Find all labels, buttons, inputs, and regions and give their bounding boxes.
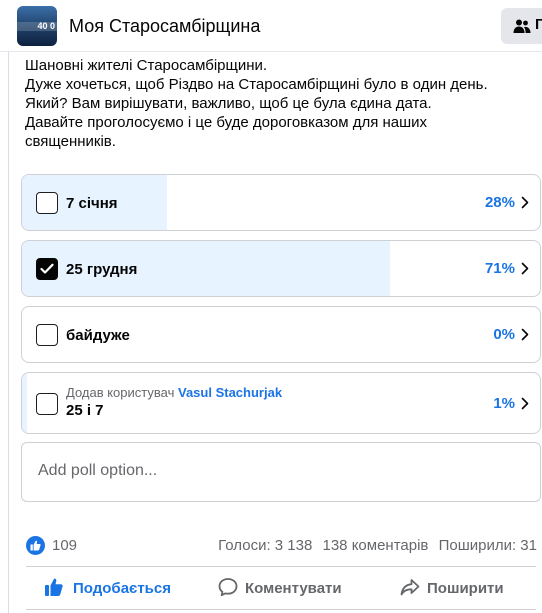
- members-button[interactable]: Г: [501, 8, 542, 44]
- poll-option[interactable]: Додав користувач Vasul Stachurjak 25 і 7…: [21, 372, 541, 434]
- share-button-label: Поширити: [427, 580, 504, 597]
- thumbs-up-icon: [45, 578, 63, 596]
- shares-count[interactable]: Поширили: 31: [439, 537, 537, 554]
- poll-option-label: байдуже: [66, 327, 130, 344]
- post-stats: Голоси: 3 138 138 коментарів Поширили: 3…: [212, 537, 537, 554]
- post-text-line: священників.: [25, 133, 116, 150]
- share-icon: [400, 579, 420, 596]
- members-button-label: Г: [535, 16, 542, 33]
- poll-option-percent: 71%: [484, 260, 515, 277]
- poll-result-bar: [22, 373, 28, 433]
- votes-count[interactable]: Голоси: 3 138: [218, 537, 312, 554]
- avatar-text: 40 0: [37, 21, 55, 31]
- poll-option[interactable]: 7 січня 28%: [21, 174, 541, 231]
- comment-icon: [218, 578, 238, 597]
- group-avatar[interactable]: 40 0: [17, 6, 57, 46]
- poll-option-label: 25 грудня: [66, 261, 138, 278]
- poll-checkbox[interactable]: [36, 324, 58, 346]
- divider: [26, 609, 536, 610]
- add-poll-option-input[interactable]: [38, 462, 518, 480]
- post-text: Шановні жителі Старосамбірщини. Дуже хоч…: [25, 56, 525, 151]
- poll-checkbox[interactable]: [36, 393, 58, 415]
- like-button-label: Подобається: [73, 580, 171, 597]
- reaction-count: 109: [52, 537, 78, 554]
- added-by-user-link[interactable]: Vasul Stachurjak: [178, 385, 282, 400]
- thumbs-up-icon: [30, 540, 41, 551]
- chevron-right-icon: [521, 196, 529, 209]
- feed-left-edge: [8, 52, 9, 613]
- poll-option-label: 25 і 7: [66, 402, 104, 419]
- add-poll-option[interactable]: [21, 442, 541, 502]
- people-icon: [513, 19, 531, 33]
- chevron-right-icon: [521, 397, 529, 410]
- chevron-right-icon: [521, 328, 529, 341]
- poll-option-label: 7 січня: [66, 195, 118, 212]
- poll-checkbox-checked[interactable]: [36, 258, 58, 280]
- added-by-prefix: Додав користувач: [66, 385, 175, 400]
- checkmark-icon: [40, 263, 54, 274]
- post-text-line: Давайте проголосуємо і це буде дороговка…: [25, 114, 428, 131]
- post-text-line: Який? Вам вирішувати, важливо, щоб це бу…: [25, 95, 432, 112]
- group-header: 40 0 Моя Старосамбірщина Г: [0, 0, 542, 52]
- poll-option[interactable]: байдуже 0%: [21, 306, 541, 363]
- comments-count[interactable]: 138 коментарів: [323, 537, 429, 554]
- share-button[interactable]: Поширити: [400, 573, 530, 601]
- poll-option[interactable]: 25 грудня 71%: [21, 240, 541, 297]
- post-text-line: Шановні жителі Старосамбірщини.: [25, 57, 268, 74]
- comment-button[interactable]: Коментувати: [218, 573, 358, 601]
- poll-checkbox[interactable]: [36, 192, 58, 214]
- divider: [26, 566, 536, 567]
- chevron-right-icon: [521, 262, 529, 275]
- poll-option-added-by: Додав користувач Vasul Stachurjak: [66, 385, 282, 400]
- like-button[interactable]: Подобається: [44, 573, 184, 601]
- poll-option-percent: 1%: [493, 395, 515, 412]
- like-reaction-icon: [26, 536, 45, 555]
- poll-option-percent: 28%: [484, 194, 515, 211]
- group-title[interactable]: Моя Старосамбірщина: [69, 15, 260, 37]
- poll-option-percent: 0%: [493, 326, 515, 343]
- post-text-line: Дуже хочеться, щоб Різдво на Старосамбір…: [25, 76, 488, 93]
- comment-button-label: Коментувати: [245, 580, 342, 597]
